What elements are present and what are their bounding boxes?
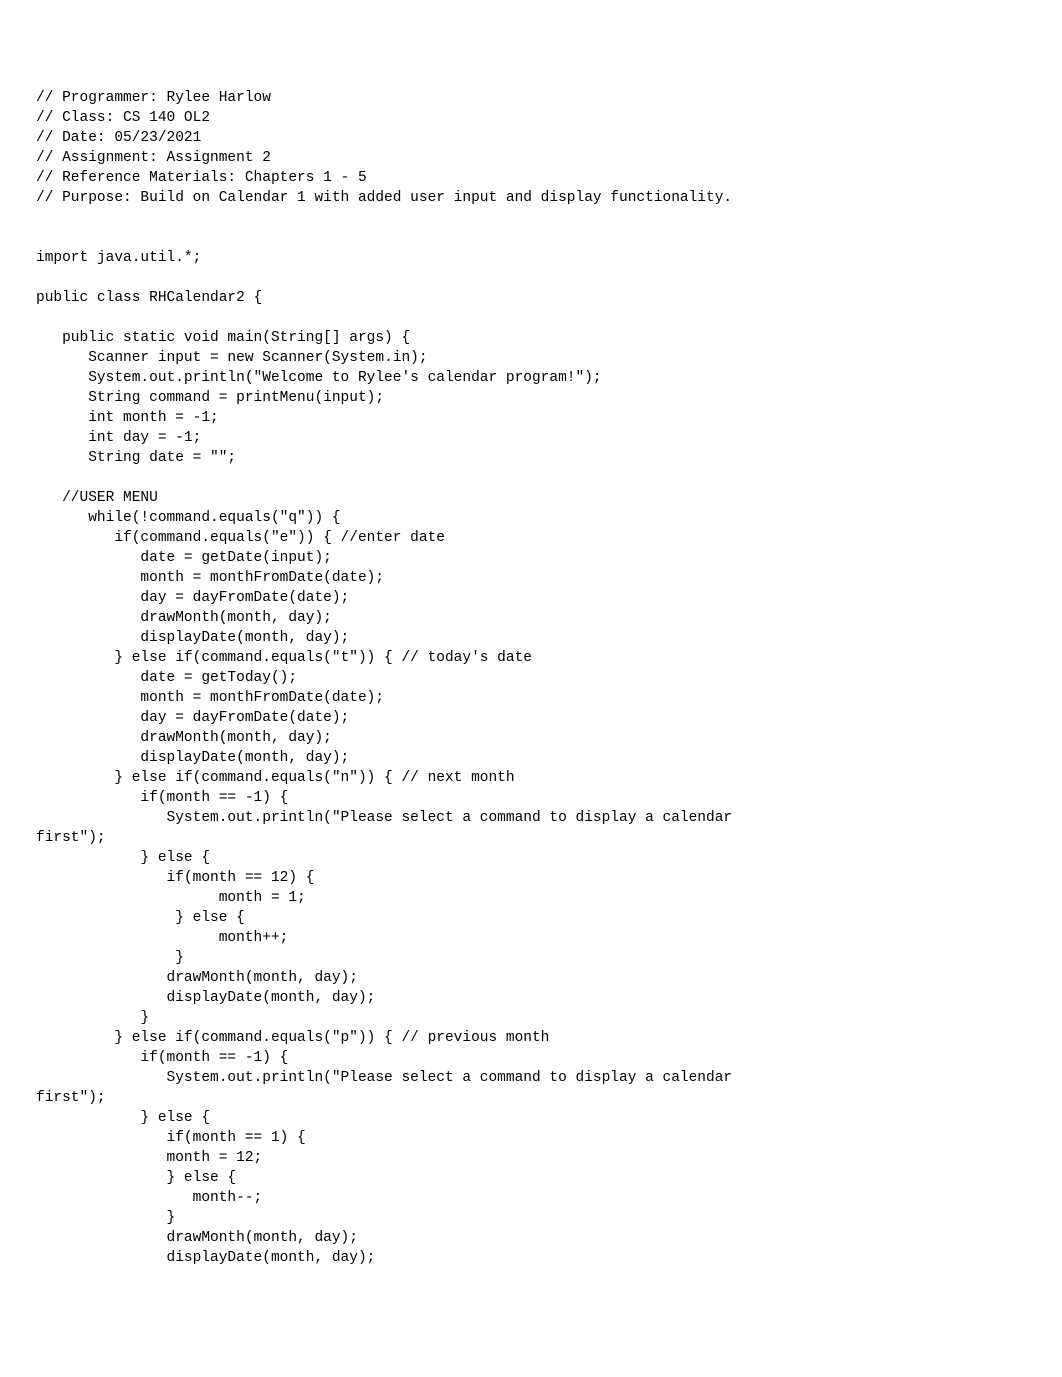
code-line: month = 12; [36, 1150, 262, 1166]
code-line: public class RHCalendar2 { [36, 290, 262, 306]
code-line: // Date: 05/23/2021 [36, 130, 201, 146]
code-line: displayDate(month, day); [36, 630, 349, 646]
code-line: } else if(command.equals("p")) { // prev… [36, 1030, 549, 1046]
code-line: month = monthFromDate(date); [36, 690, 384, 706]
code-line: day = dayFromDate(date); [36, 590, 349, 606]
code-line: System.out.println("Please select a comm… [36, 810, 732, 826]
code-line: drawMonth(month, day); [36, 610, 332, 626]
code-line: //USER MENU [36, 490, 158, 506]
code-line: if(command.equals("e")) { //enter date [36, 530, 445, 546]
code-line: day = dayFromDate(date); [36, 710, 349, 726]
code-line: } else if(command.equals("t")) { // toda… [36, 650, 532, 666]
code-line: drawMonth(month, day); [36, 1230, 358, 1246]
code-line: } [36, 950, 184, 966]
code-line: import java.util.*; [36, 250, 201, 266]
code-line: // Reference Materials: Chapters 1 - 5 [36, 170, 367, 186]
code-line: if(month == 1) { [36, 1130, 306, 1146]
code-line: first"); [36, 830, 106, 846]
code-line: System.out.println("Please select a comm… [36, 1070, 732, 1086]
code-line: String date = ""; [36, 450, 236, 466]
code-line: // Programmer: Rylee Harlow [36, 90, 271, 106]
code-line: while(!command.equals("q")) { [36, 510, 341, 526]
code-line: int month = -1; [36, 410, 219, 426]
code-line: date = getDate(input); [36, 550, 332, 566]
code-line: // Assignment: Assignment 2 [36, 150, 271, 166]
code-line: } else { [36, 1110, 210, 1126]
code-line: month++; [36, 930, 288, 946]
code-line: displayDate(month, day); [36, 1250, 375, 1266]
code-line: // Purpose: Build on Calendar 1 with add… [36, 190, 732, 206]
code-line: public static void main(String[] args) { [36, 330, 410, 346]
code-line: } else { [36, 1170, 236, 1186]
code-line: int day = -1; [36, 430, 201, 446]
code-line: String command = printMenu(input); [36, 390, 384, 406]
code-line: displayDate(month, day); [36, 990, 375, 1006]
code-line: displayDate(month, day); [36, 750, 349, 766]
code-line: } else if(command.equals("n")) { // next… [36, 770, 515, 786]
code-line: System.out.println("Welcome to Rylee's c… [36, 370, 602, 386]
code-line: // Class: CS 140 OL2 [36, 110, 210, 126]
code-block: // Programmer: Rylee Harlow // Class: CS… [36, 88, 1026, 1268]
code-line: month--; [36, 1190, 262, 1206]
code-line: month = 1; [36, 890, 306, 906]
code-line: } [36, 1210, 175, 1226]
code-line: if(month == -1) { [36, 1050, 288, 1066]
code-line: } [36, 1010, 149, 1026]
code-line: if(month == 12) { [36, 870, 314, 886]
code-line: if(month == -1) { [36, 790, 288, 806]
code-line: Scanner input = new Scanner(System.in); [36, 350, 428, 366]
code-line: first"); [36, 1090, 106, 1106]
code-line: drawMonth(month, day); [36, 970, 358, 986]
code-line: drawMonth(month, day); [36, 730, 332, 746]
code-line: } else { [36, 850, 210, 866]
code-line: date = getToday(); [36, 670, 297, 686]
code-line: } else { [36, 910, 245, 926]
code-line: month = monthFromDate(date); [36, 570, 384, 586]
